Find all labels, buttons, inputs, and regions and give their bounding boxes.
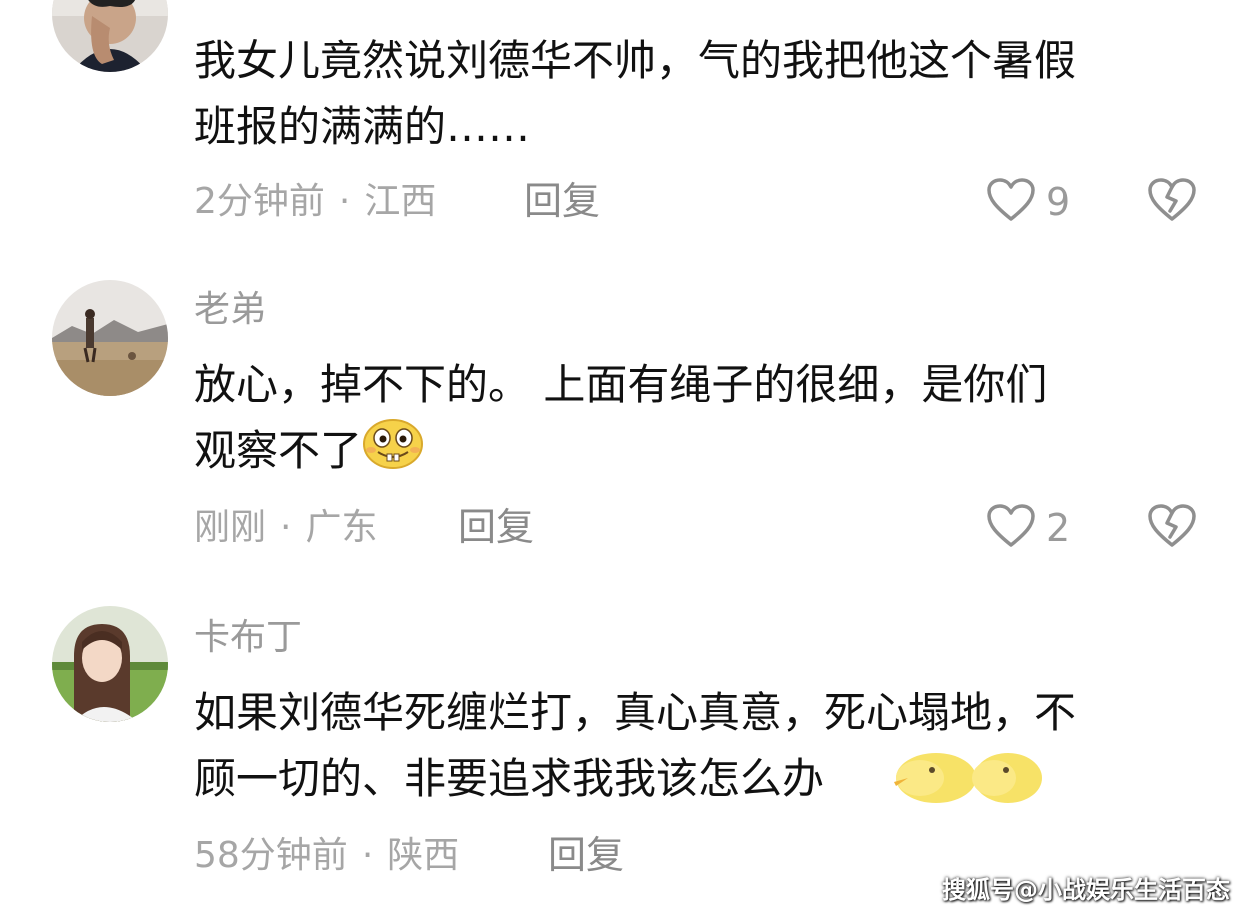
comment-time: 刚刚 xyxy=(194,507,267,548)
comment-time: 2分钟前 xyxy=(194,181,325,222)
heart-outline-icon xyxy=(986,177,1036,227)
comment-text: 我女儿竟然说刘德华不帅，气的我把他这个暑假 班报的满满的…… xyxy=(194,36,1077,151)
like-button[interactable]: 9 xyxy=(986,177,1070,227)
comment-thread: 我女儿竟然说刘德华不帅，气的我把他这个暑假 班报的满满的…… 2分钟前 · 江西 回… xyxy=(0,0,1260,917)
meta-separator: · xyxy=(338,181,351,222)
reply-button[interactable]: 回复 xyxy=(458,508,534,546)
like-count: 9 xyxy=(1046,180,1071,224)
username[interactable]: 老弟 xyxy=(194,292,266,328)
broken-heart-icon xyxy=(1147,504,1197,553)
yellow-chick-emoji xyxy=(890,748,1046,812)
watermark: 搜狐号@小战娱乐生活百态 xyxy=(942,876,1230,904)
buck-teeth-grin-emoji xyxy=(362,418,424,489)
like-count: 2 xyxy=(1046,506,1071,550)
like-button[interactable]: 2 xyxy=(986,503,1070,553)
reply-button[interactable]: 回复 xyxy=(524,182,600,220)
comment-meta: 58分钟前 · 陕西 xyxy=(194,838,459,874)
comment-text: 放心，掉不下的。 上面有绳子的很细，是你们 观察不了 xyxy=(194,352,1214,489)
comment-time: 58分钟前 xyxy=(194,835,348,876)
comment-text: 如果刘德华死缠烂打，真心真意，死心塌地，不 顾一切的、非要追求我我该怎么办 xyxy=(194,688,1077,803)
dislike-button[interactable] xyxy=(1147,503,1197,553)
avatar[interactable] xyxy=(52,280,168,396)
meta-separator: · xyxy=(280,507,292,548)
reply-button[interactable]: 回复 xyxy=(548,836,624,874)
meta-separator: · xyxy=(361,835,374,876)
heart-outline-icon xyxy=(986,503,1036,553)
comment-location: 陕西 xyxy=(387,835,460,876)
avatar[interactable] xyxy=(52,0,168,72)
dislike-button[interactable] xyxy=(1147,177,1197,227)
comment-meta: 2分钟前 · 江西 xyxy=(194,184,436,220)
username[interactable]: 卡布丁 xyxy=(194,620,302,656)
comment-location: 江西 xyxy=(364,181,437,222)
comment-meta: 刚刚 · 广东 xyxy=(194,510,377,546)
avatar[interactable] xyxy=(52,606,168,722)
broken-heart-icon xyxy=(1147,178,1197,227)
comment-location: 广东 xyxy=(305,507,378,548)
